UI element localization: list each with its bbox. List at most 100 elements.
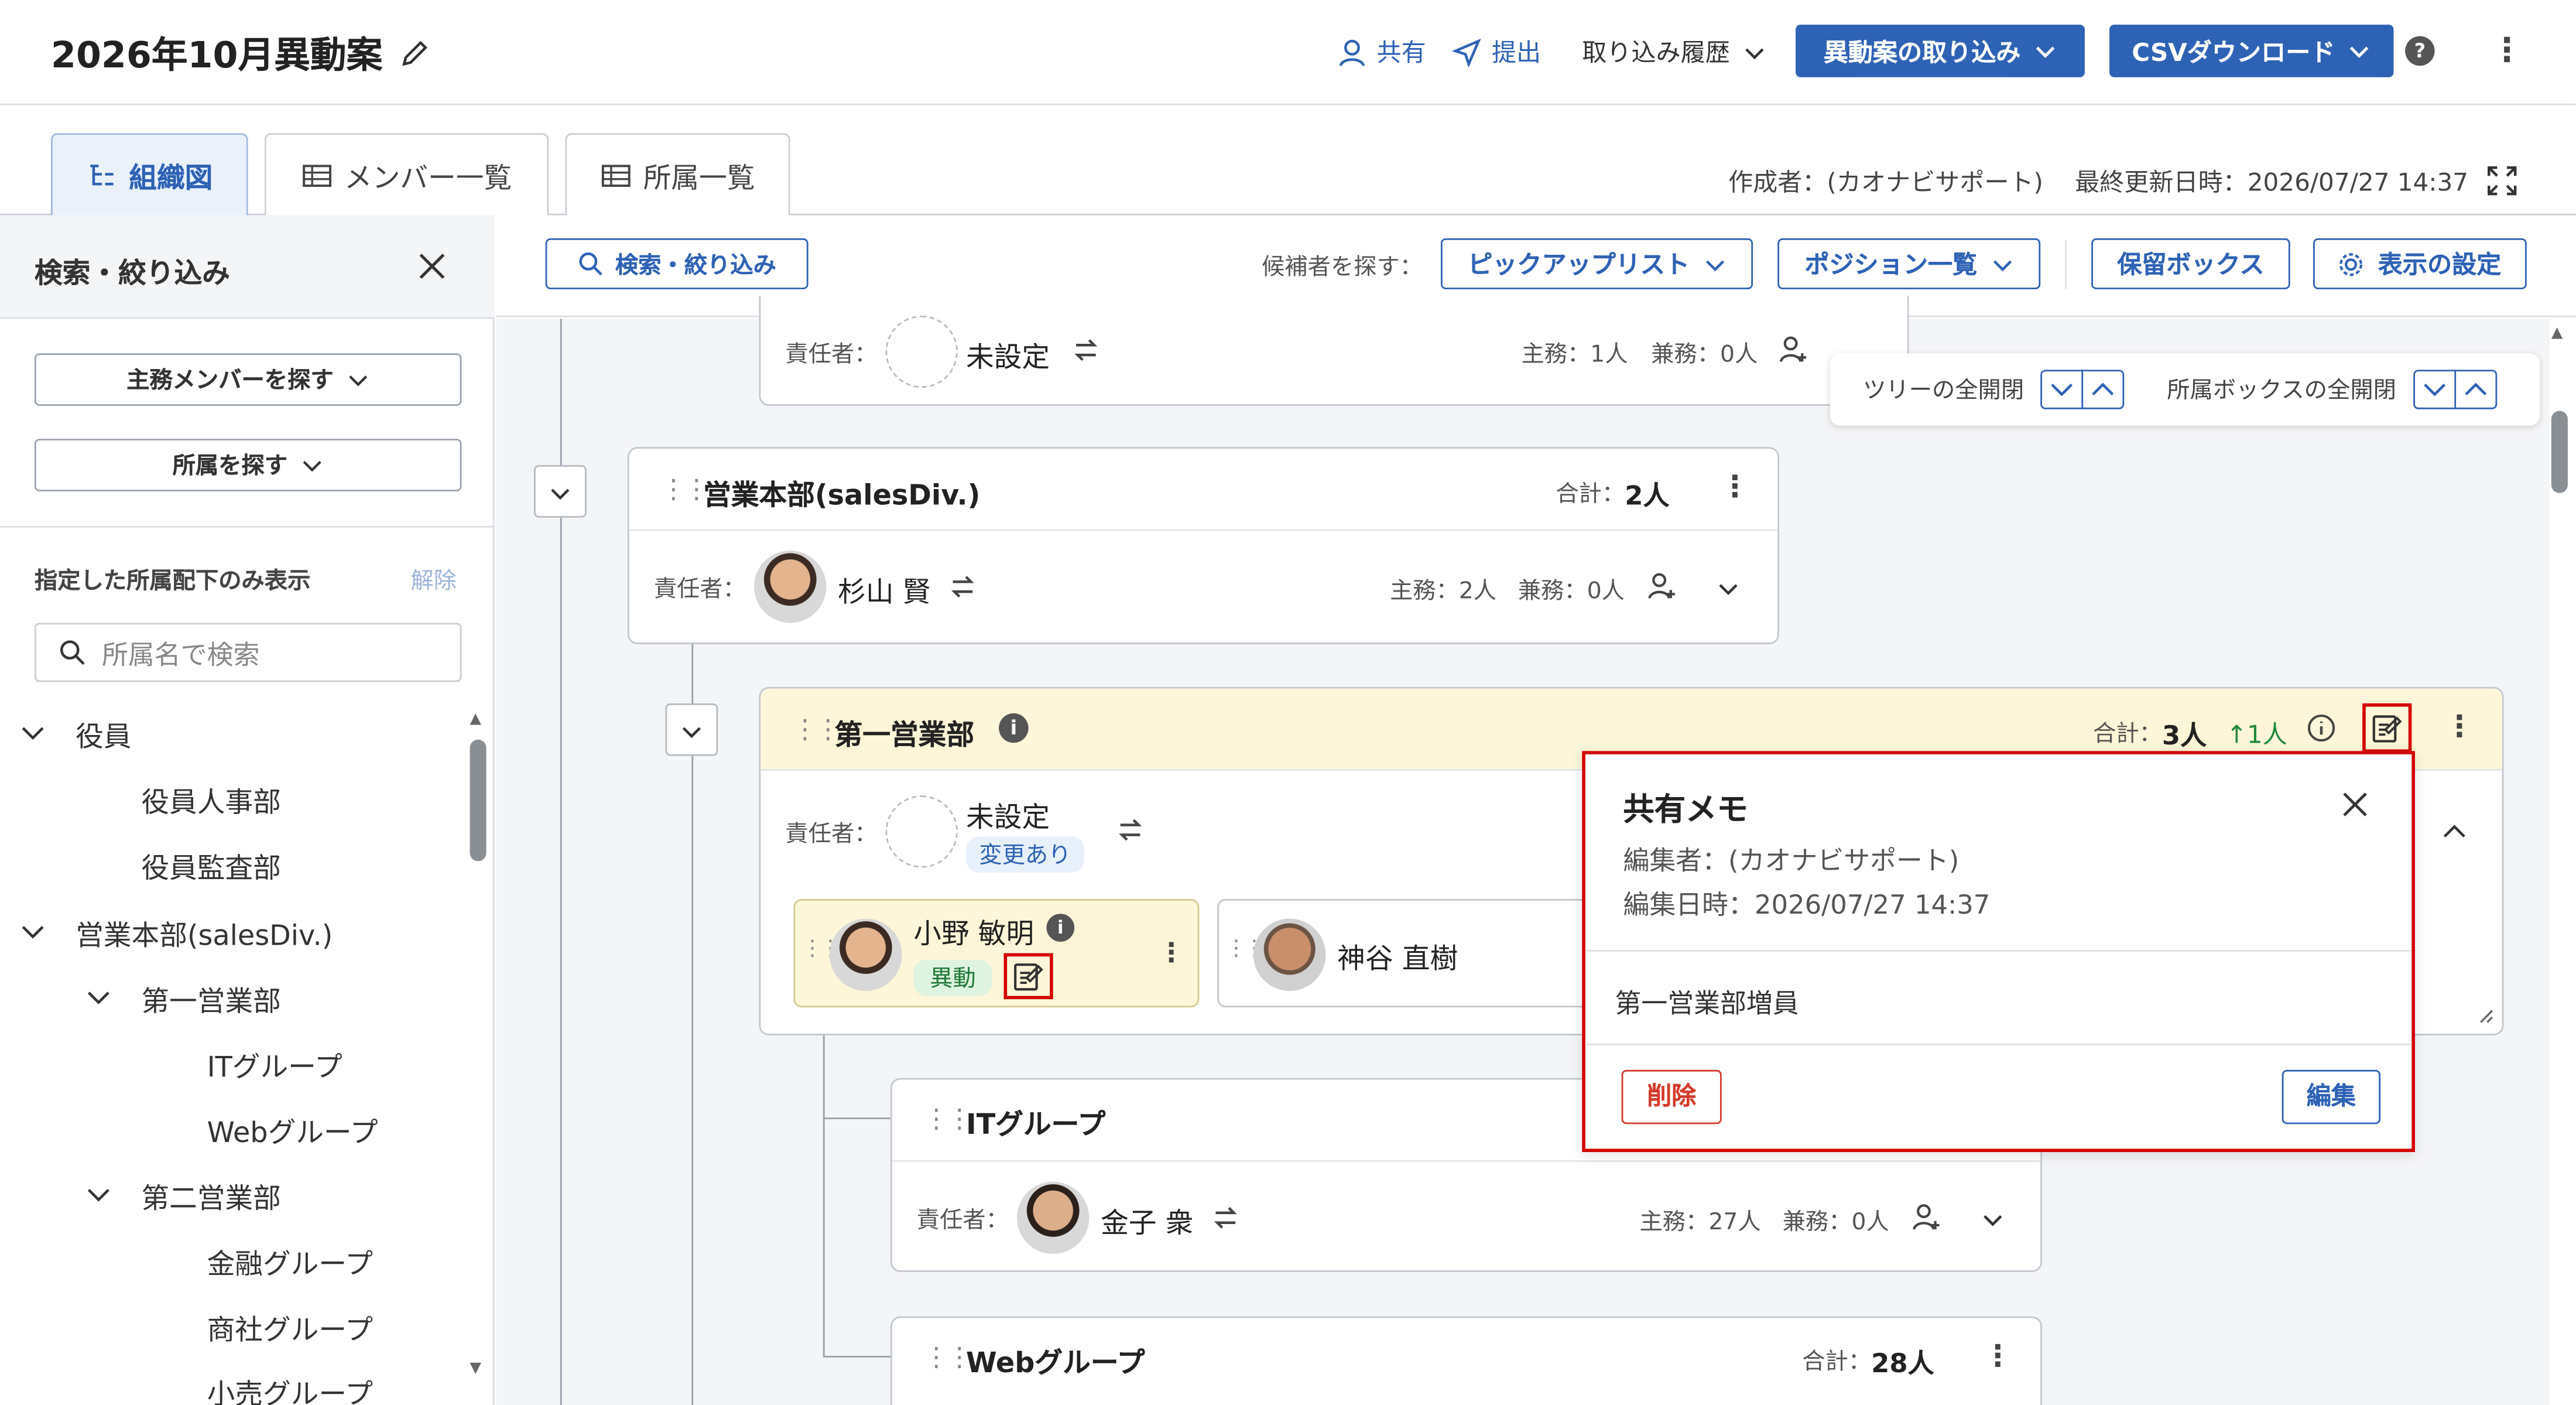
more-menu-icon[interactable]: ⋮ — [1158, 936, 1184, 968]
tree-item-exec-hr[interactable]: 役員人事部 — [141, 779, 281, 820]
add-person-icon[interactable] — [1910, 1201, 1943, 1234]
chevron-down-icon — [303, 461, 321, 472]
gear-icon — [2340, 252, 2363, 275]
search-placeholder: 所属名で検索 — [101, 639, 260, 671]
manager-name[interactable]: 杉山 賢 — [838, 569, 930, 610]
updated-text: 最終更新日時：2026/07/27 14:37 — [2075, 167, 2469, 197]
tab-label: 所属一覧 — [643, 162, 755, 196]
find-member-button[interactable]: 主務メンバーを探す — [34, 353, 462, 406]
csv-download-button[interactable]: CSVダウンロード — [2109, 25, 2394, 77]
manager-name: 未設定 — [965, 802, 1050, 835]
total-label: 合計： — [2092, 721, 2162, 748]
expand-all-icon[interactable] — [2414, 371, 2454, 408]
close-icon[interactable] — [417, 251, 447, 281]
tree-item-exec-audit[interactable]: 役員監査部 — [141, 845, 281, 886]
total-value: 28人 — [1871, 1348, 1934, 1379]
avatar[interactable] — [830, 918, 902, 992]
org-tree-icon — [89, 163, 113, 185]
manager-name[interactable]: 金子 衆 — [1101, 1199, 1193, 1240]
pickup-list-button[interactable]: ピックアップリスト — [1440, 238, 1753, 289]
add-person-icon[interactable] — [1777, 334, 1810, 367]
collapse-toggle[interactable] — [665, 703, 718, 756]
expand-all-icon[interactable] — [2042, 371, 2081, 408]
avatar[interactable] — [1253, 918, 1326, 992]
more-menu-icon[interactable]: ⋮ — [1720, 470, 1750, 505]
dept-name: ITグループ — [965, 1109, 1106, 1143]
sidebar-scrollbar[interactable] — [470, 739, 487, 862]
more-menu-icon[interactable]: ⋮ — [2491, 30, 2523, 69]
find-candidates-label: 候補者を探す： — [1262, 254, 1423, 281]
pencil-icon[interactable] — [399, 36, 431, 69]
add-person-icon[interactable] — [1646, 570, 1679, 603]
main-count: 主務：27人 — [1639, 1209, 1761, 1236]
chevron-down-icon[interactable] — [1717, 577, 1739, 600]
tab-label: 組織図 — [129, 162, 213, 196]
chevron-down-icon — [551, 488, 570, 500]
position-list-button[interactable]: ポジション一覧 — [1777, 238, 2041, 289]
tree-item-it-group[interactable]: ITグループ — [207, 1044, 342, 1085]
drag-handle-icon[interactable]: ⋮⋮ — [923, 1341, 972, 1372]
share-button[interactable]: 共有 — [1337, 35, 1426, 69]
drag-handle-icon[interactable]: ⋮⋮ — [923, 1103, 972, 1134]
info-icon[interactable]: i — [999, 713, 1029, 743]
tree-expand-label: ツリーの全開閉 — [1863, 378, 2025, 405]
close-icon[interactable] — [2341, 791, 2369, 819]
avatar[interactable] — [753, 551, 827, 623]
chevron-down-icon[interactable] — [85, 986, 112, 1009]
chevron-down-icon[interactable] — [85, 1183, 112, 1206]
more-menu-icon[interactable]: ⋮ — [1983, 1339, 2013, 1374]
memo-title: 共有メモ — [1623, 792, 1748, 829]
avatar[interactable] — [1016, 1181, 1090, 1254]
swap-icon[interactable] — [1071, 335, 1101, 365]
tree-item-finance[interactable]: 金融グループ — [207, 1241, 373, 1282]
collapse-all-icon[interactable] — [2083, 371, 2122, 408]
drag-handle-icon[interactable]: ⋮⋮ — [660, 473, 710, 504]
swap-icon[interactable] — [948, 572, 978, 602]
info-outline-icon[interactable] — [2307, 713, 2337, 743]
clear-link[interactable]: 解除 — [411, 563, 457, 596]
main-scrollbar[interactable] — [2551, 411, 2568, 493]
total-count: 合計： 3人 ↑1人 — [2093, 713, 2287, 753]
tree-label: 第一営業部 — [141, 986, 281, 1019]
memo-icon[interactable] — [1012, 960, 1045, 993]
chevron-down-icon[interactable] — [20, 722, 46, 744]
search-filter-button[interactable]: 検索・絞り込み — [545, 238, 809, 289]
display-settings-button[interactable]: 表示の設定 — [2313, 238, 2527, 289]
resize-handle-icon[interactable] — [2478, 1007, 2494, 1024]
search-icon — [578, 252, 602, 276]
scroll-up-icon[interactable]: ▲ — [2551, 326, 2563, 342]
collapse-all-icon[interactable] — [2455, 371, 2495, 408]
tab-org-chart[interactable]: 組織図 — [50, 133, 248, 216]
chevron-up-icon[interactable] — [2441, 820, 2468, 843]
memo-editor: 編集者：(カオナビサポート) — [1623, 845, 1960, 876]
tree-label: 第二営業部 — [141, 1183, 281, 1216]
total-value: 3人 — [2161, 720, 2207, 751]
drag-handle-icon[interactable]: ⋮⋮ — [792, 713, 841, 744]
fullscreen-icon[interactable] — [2487, 166, 2517, 196]
info-icon[interactable]: i — [1046, 914, 1075, 942]
memo-icon[interactable] — [2371, 712, 2403, 744]
submit-button[interactable]: 提出 — [1452, 35, 1541, 69]
chevron-down-icon[interactable] — [1981, 1208, 2004, 1230]
tab-member-list[interactable]: メンバー一覧 — [264, 133, 549, 216]
import-history-dropdown[interactable]: 取り込み履歴 — [1582, 35, 1766, 69]
tree-item-web-group[interactable]: Webグループ — [207, 1109, 378, 1150]
help-icon[interactable]: ? — [2405, 36, 2435, 66]
swap-icon[interactable] — [1115, 815, 1145, 845]
swap-icon[interactable] — [1211, 1203, 1241, 1233]
tab-dept-list[interactable]: 所属一覧 — [565, 133, 790, 216]
tree-item-trading[interactable]: 商社グループ — [207, 1307, 373, 1348]
import-plan-button[interactable]: 異動案の取り込み — [1796, 25, 2085, 77]
scroll-up-icon[interactable]: ▲ — [470, 712, 481, 728]
edit-button[interactable]: 編集 — [2282, 1069, 2381, 1124]
hold-box-button[interactable]: 保留ボックス — [2091, 238, 2290, 289]
scroll-down-icon[interactable]: ▼ — [470, 1360, 481, 1377]
chevron-down-icon[interactable] — [20, 920, 46, 943]
tree-item-retail[interactable]: 小売グループ — [207, 1370, 373, 1405]
table-icon — [601, 164, 630, 186]
find-dept-button[interactable]: 所属を探す — [34, 439, 462, 492]
dept-search-input[interactable]: 所属名で検索 — [34, 623, 462, 682]
more-menu-icon[interactable]: ⋮ — [2444, 710, 2474, 744]
collapse-toggle[interactable] — [533, 465, 587, 518]
delete-button[interactable]: 削除 — [1621, 1069, 1722, 1124]
